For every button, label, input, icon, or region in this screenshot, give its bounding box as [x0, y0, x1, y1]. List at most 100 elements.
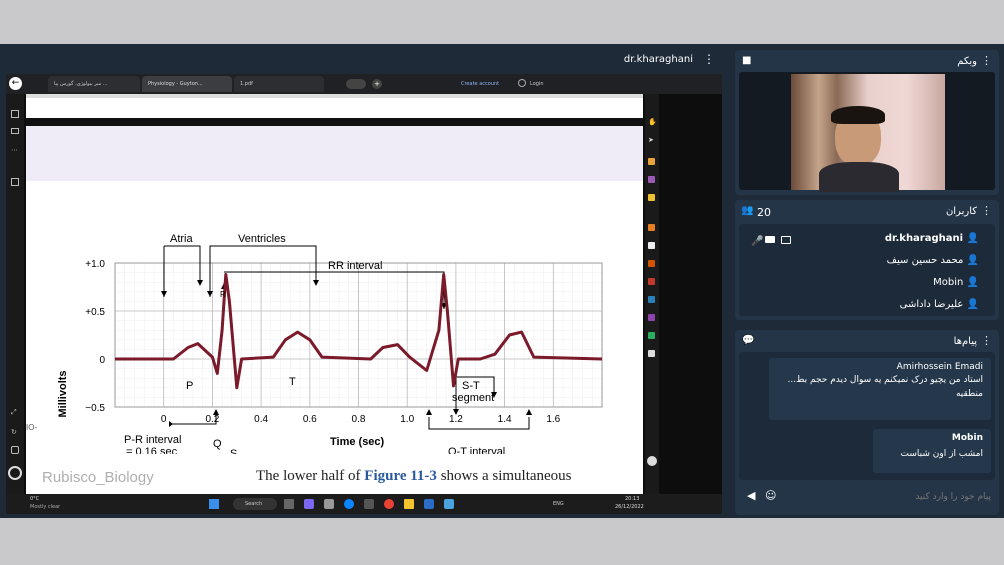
user-icon: 👤 [966, 299, 979, 310]
refresh-icon[interactable]: ↻ [11, 428, 17, 436]
message-text: منطقیه [955, 389, 983, 399]
clock-date: 26/12/2022 [615, 504, 644, 510]
label-q: Q [213, 438, 222, 450]
start-icon[interactable] [209, 499, 219, 509]
participant-hair [831, 106, 885, 124]
x-tick-label: 0 [161, 414, 167, 425]
undo-icon[interactable] [648, 350, 655, 357]
rr-bracket [223, 271, 445, 309]
message-bubble: Mobin امشب از اون شباست [873, 429, 991, 473]
user-list: 🎤 dr.kharaghani 👤 محمد حسین سیف 👤 Mobin … [739, 224, 995, 316]
user-row[interactable]: علیرضا داداشی 👤 [900, 299, 979, 310]
left-toolbar: ⋯ ⤢ ↻ [6, 94, 24, 494]
plus-icon[interactable]: + [372, 79, 382, 89]
marker-icon[interactable] [648, 158, 655, 165]
image-icon[interactable] [648, 296, 655, 303]
window-icon[interactable] [11, 110, 19, 118]
share-header: dr.kharaghani ⋮ [0, 49, 725, 71]
user-row[interactable]: محمد حسین سیف 👤 [887, 255, 979, 266]
cursor-icon[interactable]: ➤ [648, 136, 654, 144]
messages-options-icon[interactable]: ⋮ [981, 334, 992, 347]
x-tick-label: 0.6 [303, 414, 317, 425]
screen-share-icon[interactable] [781, 236, 791, 244]
text-icon[interactable] [648, 260, 655, 267]
store-icon[interactable] [424, 499, 434, 509]
add-window-icon[interactable] [11, 178, 19, 186]
user-row[interactable]: dr.kharaghani 👤 [885, 233, 979, 244]
message-bubble: Amirhossein Emadi استاد من یچیو درک نمیک… [769, 358, 991, 420]
browser-tab-active[interactable]: Physiology - Guyton... [142, 76, 232, 92]
user-row[interactable]: Mobin 👤 [933, 277, 979, 288]
label-segment: segment [452, 392, 494, 404]
task-view-icon[interactable] [284, 499, 294, 509]
message-list: Amirhossein Emadi استاد من یچیو درک نمیک… [739, 352, 995, 480]
taskbar-search[interactable]: Search [233, 498, 277, 510]
camera-icon[interactable] [765, 236, 775, 243]
figure-link[interactable]: Figure 11-3 [364, 468, 437, 484]
y-tick-label: +0.5 [85, 307, 105, 318]
x-tick-label: 0.2 [205, 414, 219, 425]
language-indicator[interactable]: ENG [553, 501, 564, 507]
send-icon[interactable]: ◀ [747, 489, 755, 502]
atria-bracket [163, 245, 201, 297]
emoji-icon[interactable]: ☺ [765, 489, 776, 502]
note-icon[interactable] [648, 314, 655, 321]
webcam-options-icon[interactable]: ⋮ [981, 54, 992, 67]
y-tick-label: +1.0 [85, 259, 105, 270]
film-reel-icon [8, 466, 22, 480]
chrome-icon[interactable] [384, 499, 394, 509]
line-icon[interactable] [648, 278, 655, 285]
stamp-icon[interactable] [648, 332, 655, 339]
expand-icon[interactable]: ⤢ [11, 408, 17, 417]
shape-icon[interactable] [648, 224, 655, 231]
app-icon[interactable] [364, 499, 374, 509]
page-divider [26, 118, 643, 126]
app-icon-2[interactable] [444, 499, 454, 509]
label-ventricles: Ventricles [238, 233, 286, 245]
more-icon[interactable]: ⋯ [11, 146, 18, 154]
browser-tab[interactable]: 1.pdf [234, 76, 324, 92]
messages-title: پیام‌ها [953, 336, 977, 347]
hand-icon[interactable]: ✋ [648, 118, 657, 126]
users-panel: 👥 20 کاربران ⋮ 🎤 dr.kharaghani 👤 محمد حس… [735, 200, 999, 320]
x-tick-label: 1.6 [546, 414, 560, 425]
browser-tabbar: ← مبر بیولوژی، گورس پیا ... Physiology -… [6, 74, 722, 94]
qt-bracket [428, 417, 530, 430]
x-tick-label: 0.4 [254, 414, 268, 425]
label-pr-value: = 0.16 sec [126, 446, 178, 454]
microphone-icon[interactable]: 🎤 [751, 236, 763, 247]
user-icon: 👤 [966, 255, 979, 266]
pen-icon[interactable] [648, 176, 655, 183]
message-author: Amirhossein Emadi [896, 362, 983, 372]
more-options-icon[interactable]: ⋮ [703, 52, 715, 66]
shared-screen: ← مبر بیولوژی، گورس پیا ... Physiology -… [6, 74, 722, 514]
message-text: امشب از اون شباست [900, 449, 983, 459]
back-icon[interactable]: ← [9, 77, 22, 90]
label-rr-interval: RR interval [328, 260, 382, 272]
edge-icon[interactable] [344, 499, 354, 509]
user-count: 20 [757, 206, 771, 219]
y-axis-label: Millivolts [57, 370, 69, 417]
account-icon [518, 79, 526, 87]
browser-tab[interactable]: مبر بیولوژی، گورس پیا ... [48, 76, 140, 92]
widgets-icon[interactable] [324, 499, 334, 509]
file-explorer-icon[interactable] [404, 499, 414, 509]
collapse-icon[interactable] [647, 456, 657, 466]
users-options-icon[interactable]: ⋮ [981, 204, 992, 217]
eraser-icon[interactable] [648, 242, 655, 249]
monitor-icon[interactable] [11, 128, 19, 134]
settings-icon[interactable] [11, 446, 19, 454]
create-account-link[interactable]: Create account [461, 81, 499, 87]
y-tick-label: −0.5 [85, 403, 105, 414]
teams-icon[interactable] [304, 499, 314, 509]
login-link[interactable]: Login [530, 81, 544, 87]
label-st: S-T [462, 380, 480, 392]
highlighter-icon[interactable] [648, 194, 655, 201]
arrowheads [161, 280, 532, 427]
label-qt-interval: Q-T interval [448, 446, 505, 454]
toggle-icon[interactable] [346, 79, 366, 89]
caption-line: The lower half of Figure 11-3 shows a si… [256, 468, 572, 484]
user-icon: 👤 [966, 277, 979, 288]
message-input[interactable] [781, 487, 991, 507]
label-r: R [220, 290, 226, 299]
